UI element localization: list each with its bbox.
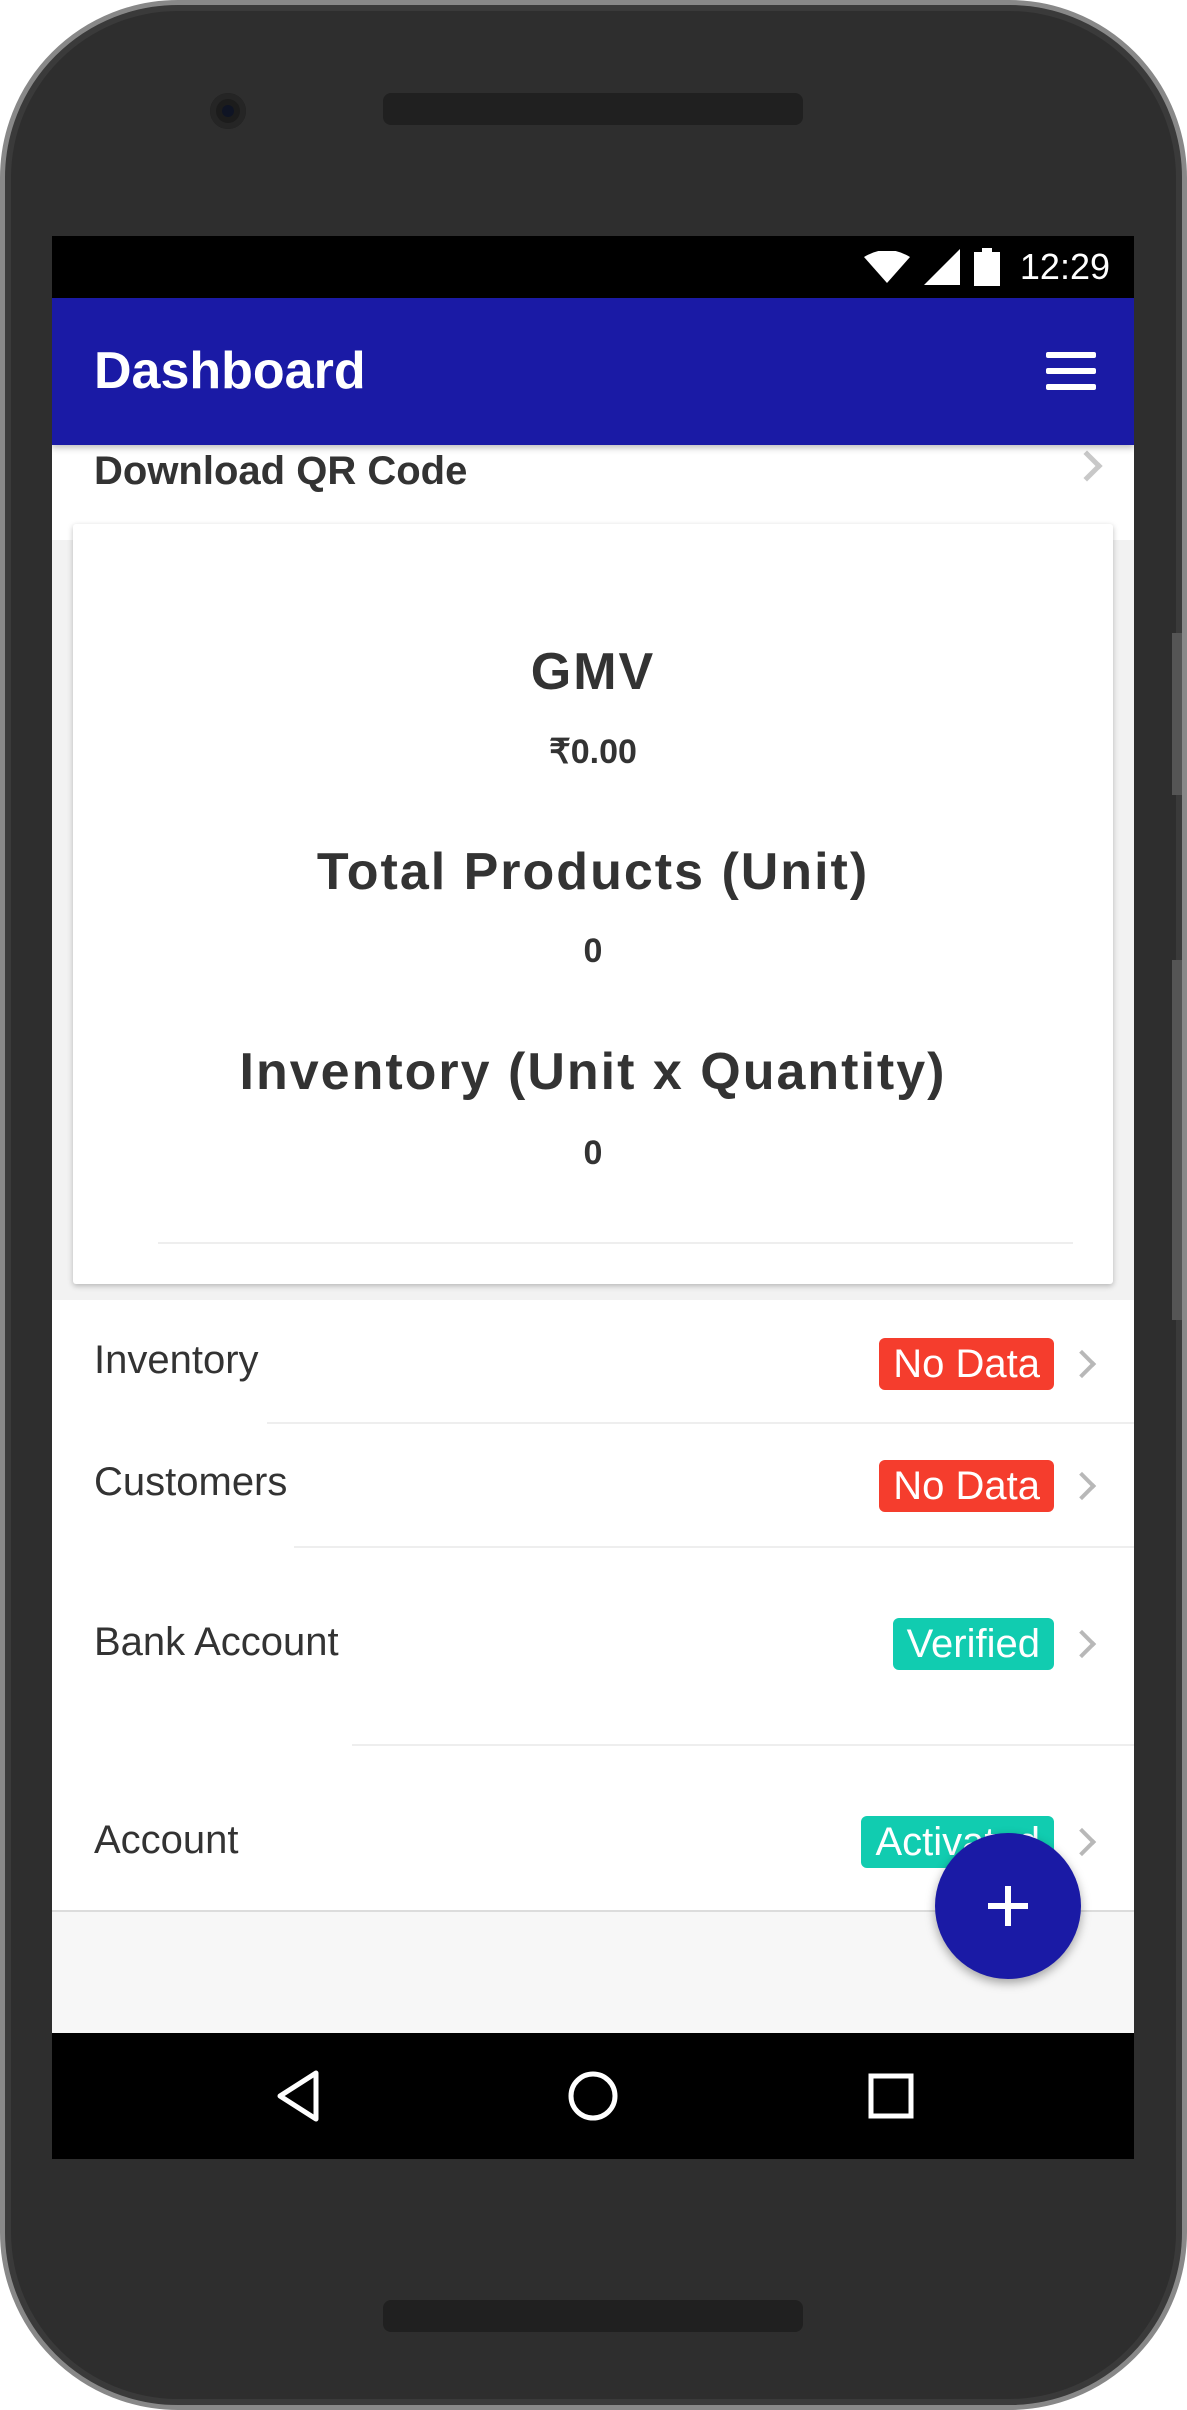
page-title: Dashboard [94, 342, 366, 400]
chevron-right-icon [1067, 1349, 1097, 1379]
status-list: Inventory No Data Customers No Data Bank… [52, 1300, 1134, 1912]
list-item-bank-account[interactable]: Bank Account Verified [52, 1548, 1134, 1746]
status-bar: 12:29 [52, 236, 1134, 298]
status-badge: Verified [892, 1618, 1054, 1670]
battery-icon [973, 248, 1000, 286]
inventory-value: 0 [583, 1134, 603, 1172]
home-button[interactable] [558, 2061, 628, 2131]
list-item-label: Bank Account [94, 1620, 339, 1664]
wifi-icon [863, 251, 910, 283]
bottom-speaker [383, 2300, 803, 2332]
list-item-inventory[interactable]: Inventory No Data [52, 1300, 1134, 1424]
total-products-value: 0 [583, 932, 603, 970]
power-button [1172, 633, 1182, 795]
app-bar: Dashboard [52, 298, 1134, 445]
gmv-value: ₹0.00 [549, 733, 637, 771]
status-time: 12:29 [1019, 246, 1110, 287]
top-speaker [383, 93, 803, 125]
list-item-label: Customers [94, 1460, 288, 1504]
status-badge: No Data [879, 1460, 1054, 1512]
chevron-right-icon [1067, 1471, 1097, 1501]
chevron-right-icon [1067, 1629, 1097, 1659]
back-button[interactable] [264, 2061, 334, 2131]
download-qr-code-label: Download QR Code [94, 449, 468, 493]
summary-card: GMV ₹0.00 Total Products (Unit) 0 Invent… [73, 524, 1113, 1284]
add-button[interactable] [935, 1833, 1081, 1979]
hamburger-menu-icon[interactable] [1044, 346, 1098, 396]
volume-button [1172, 960, 1182, 1320]
chevron-right-icon [1071, 450, 1103, 482]
screen: 12:29 Dashboard Download QR Code GMV ₹0.… [52, 236, 1134, 2159]
gmv-title: GMV [530, 643, 656, 701]
recent-apps-button[interactable] [856, 2061, 926, 2131]
home-icon [568, 2071, 618, 2121]
back-icon [277, 2070, 319, 2122]
dashboard-content: Download QR Code GMV ₹0.00 Total Product… [52, 445, 1134, 2039]
front-camera [210, 93, 246, 129]
signal-icon [923, 249, 960, 285]
recent-apps-icon [868, 2073, 914, 2119]
inventory-title: Inventory (Unit x Quantity) [239, 1043, 947, 1101]
list-item-label: Account [94, 1818, 239, 1862]
card-divider [158, 1242, 1073, 1244]
total-products-title: Total Products (Unit) [316, 843, 870, 901]
list-item-customers[interactable]: Customers No Data [52, 1424, 1134, 1548]
status-badge: No Data [879, 1338, 1054, 1390]
list-item-label: Inventory [94, 1338, 259, 1382]
phone-frame: 12:29 Dashboard Download QR Code GMV ₹0.… [0, 0, 1187, 2410]
chevron-right-icon [1067, 1827, 1097, 1857]
system-nav-bar [52, 2033, 1134, 2159]
